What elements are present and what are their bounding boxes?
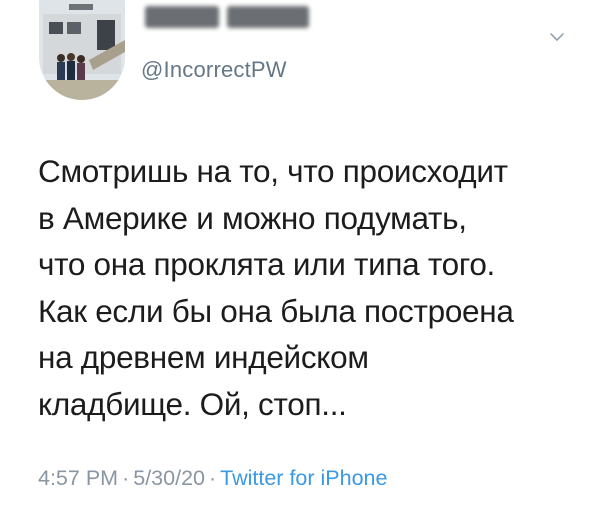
tweet-date[interactable]: 5/30/20 bbox=[133, 466, 205, 490]
chevron-down-icon[interactable] bbox=[548, 28, 566, 46]
tweet-source-link[interactable]: Twitter for iPhone bbox=[220, 466, 387, 490]
username[interactable]: @IncorrectPW bbox=[141, 57, 287, 83]
tweet-text-line: кладбище. Ой, стоп... bbox=[38, 385, 347, 422]
tweet-text-line: Как если бы она была построена bbox=[38, 292, 514, 329]
meta-separator: · bbox=[208, 466, 217, 490]
meta-separator: · bbox=[122, 466, 130, 490]
tweet-time[interactable]: 4:57 PM bbox=[38, 466, 118, 490]
tweet-meta: 4:57 PM · 5/30/20 · Twitter for iPhone bbox=[38, 466, 387, 491]
avatar[interactable] bbox=[39, 0, 125, 100]
display-name-redacted[interactable] bbox=[145, 6, 309, 32]
tweet-text-line: на древнем индейском bbox=[38, 339, 369, 375]
tweet-text-line: что она проклята или типа того. bbox=[38, 246, 495, 282]
redacted-block bbox=[145, 6, 219, 28]
tweet-text-line: Смотришь на то, что происходит bbox=[38, 153, 508, 189]
tweet-text-line: в Америке и можно подумать, bbox=[38, 199, 467, 236]
tweet-text: Смотришь на то, что происходит в Америке… bbox=[38, 148, 586, 427]
tweet-card: @IncorrectPW Смотришь на то, что происхо… bbox=[0, 0, 600, 511]
avatar-photo bbox=[39, 0, 125, 100]
redacted-block bbox=[227, 6, 309, 28]
